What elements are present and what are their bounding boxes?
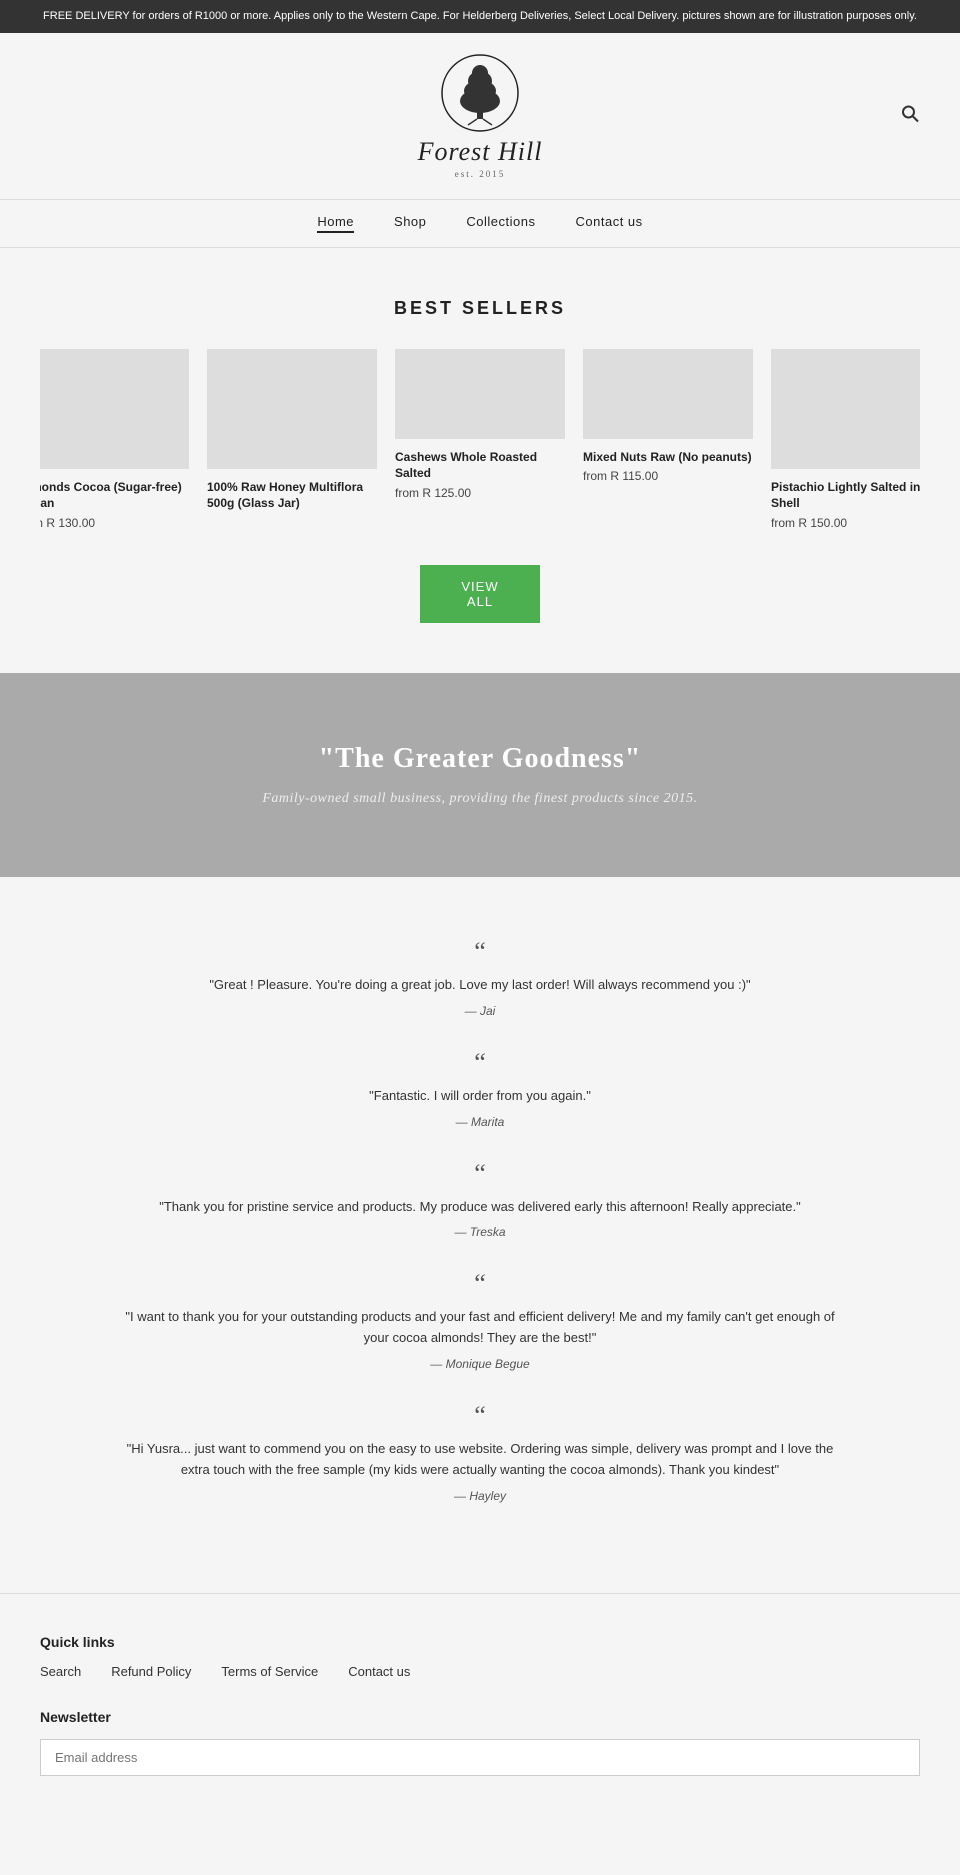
testimonial-author-5: — Hayley [120, 1489, 840, 1503]
footer-link-search[interactable]: Search [40, 1664, 81, 1679]
footer-link-refund[interactable]: Refund Policy [111, 1664, 191, 1679]
logo-est: est. 2015 [455, 169, 506, 179]
product-card-2[interactable]: 100% Raw Honey Multiflora 500g (Glass Ja… [207, 349, 377, 531]
product-price-1: from R 130.00 [40, 516, 189, 530]
product-price-4: from R 115.00 [583, 469, 753, 483]
testimonial-3: “ "Thank you for pristine service and pr… [120, 1159, 840, 1240]
hero-title: "The Greater Goodness" [40, 743, 920, 775]
footer-newsletter: Newsletter [40, 1709, 920, 1776]
testimonial-author-2: — Marita [120, 1115, 840, 1129]
product-price-5: from R 150.00 [771, 516, 920, 530]
quick-links-title: Quick links [40, 1634, 920, 1650]
footer-link-terms[interactable]: Terms of Service [221, 1664, 318, 1679]
quote-icon-4: “ [120, 1269, 840, 1299]
testimonial-4: “ "I want to thank you for your outstand… [120, 1269, 840, 1371]
quote-icon-3: “ [120, 1159, 840, 1189]
product-name-4: Mixed Nuts Raw (No peanuts) [583, 449, 753, 466]
nav-collections[interactable]: Collections [466, 214, 535, 233]
product-name-2: 100% Raw Honey Multiflora 500g (Glass Ja… [207, 479, 377, 513]
logo[interactable]: Forest Hill est. 2015 [418, 53, 543, 179]
quote-icon-5: “ [120, 1401, 840, 1431]
testimonial-2: “ "Fantastic. I will order from you agai… [120, 1048, 840, 1129]
testimonial-text-1: "Great ! Pleasure. You're doing a great … [120, 975, 840, 996]
testimonial-5: “ "Hi Yusra... just want to commend you … [120, 1401, 840, 1503]
product-image-1 [40, 349, 189, 469]
newsletter-email-input[interactable] [41, 1740, 919, 1775]
footer-links: Search Refund Policy Terms of Service Co… [40, 1664, 920, 1679]
testimonial-author-1: — Jai [120, 1004, 840, 1018]
footer-link-contact[interactable]: Contact us [348, 1664, 410, 1679]
hero-subtitle: Family-owned small business, providing t… [40, 791, 920, 807]
quote-icon-2: “ [120, 1048, 840, 1078]
top-banner: FREE DELIVERY for orders of R1000 or mor… [0, 0, 960, 33]
product-image-2 [207, 349, 377, 469]
testimonial-author-4: — Monique Begue [120, 1357, 840, 1371]
product-card-5[interactable]: Pistachio Lightly Salted in Shell from R… [771, 349, 920, 531]
product-name-1: Almonds Cocoa (Sugar-free) Vegan [40, 479, 189, 513]
newsletter-title: Newsletter [40, 1709, 920, 1725]
testimonial-author-3: — Treska [120, 1225, 840, 1239]
product-name-3: Cashews Whole Roasted Salted [395, 449, 565, 483]
testimonial-text-4: "I want to thank you for your outstandin… [120, 1307, 840, 1349]
newsletter-input-row [40, 1739, 920, 1776]
product-card-1[interactable]: Almonds Cocoa (Sugar-free) Vegan from R … [40, 349, 189, 531]
product-image-3 [395, 349, 565, 439]
main-nav: Home Shop Collections Contact us [0, 199, 960, 248]
product-price-3: from R 125.00 [395, 486, 565, 500]
product-card-4[interactable]: Mixed Nuts Raw (No peanuts) from R 115.0… [583, 349, 753, 531]
hero-section: "The Greater Goodness" Family-owned smal… [0, 673, 960, 877]
footer: Quick links Search Refund Policy Terms o… [0, 1593, 960, 1796]
testimonials-section: “ "Great ! Pleasure. You're doing a grea… [0, 877, 960, 1593]
products-grid: Almonds Cocoa (Sugar-free) Vegan from R … [40, 349, 920, 531]
product-name-5: Pistachio Lightly Salted in Shell [771, 479, 920, 513]
best-sellers-title: BEST SELLERS [40, 298, 920, 319]
product-image-4 [583, 349, 753, 439]
testimonial-text-5: "Hi Yusra... just want to commend you on… [120, 1439, 840, 1481]
logo-image [440, 53, 520, 133]
banner-text: FREE DELIVERY for orders of R1000 or mor… [43, 10, 917, 22]
footer-quick-links: Quick links Search Refund Policy Terms o… [40, 1634, 920, 1679]
logo-name: Forest Hill [418, 137, 543, 167]
quote-icon-1: “ [120, 937, 840, 967]
testimonial-text-3: "Thank you for pristine service and prod… [120, 1197, 840, 1218]
nav-shop[interactable]: Shop [394, 214, 426, 233]
testimonial-1: “ "Great ! Pleasure. You're doing a grea… [120, 937, 840, 1018]
search-icon[interactable] [900, 103, 920, 128]
product-card-3[interactable]: Cashews Whole Roasted Salted from R 125.… [395, 349, 565, 531]
nav-home[interactable]: Home [317, 214, 354, 233]
header: Forest Hill est. 2015 [0, 33, 960, 199]
view-all-button[interactable]: VIEW ALL [420, 565, 540, 623]
testimonial-text-2: "Fantastic. I will order from you again.… [120, 1086, 840, 1107]
nav-contact[interactable]: Contact us [576, 214, 643, 233]
product-image-5 [771, 349, 920, 469]
best-sellers-section: BEST SELLERS Almonds Cocoa (Sugar-free) … [0, 248, 960, 674]
